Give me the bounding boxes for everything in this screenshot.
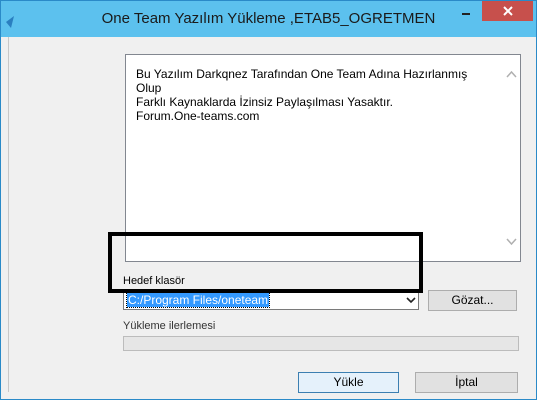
- target-folder-combobox[interactable]: C:/Program Files/oneteam: [123, 290, 419, 310]
- minimize-icon: [462, 13, 470, 15]
- installer-window: One Team Yazılım Yükleme ,ETAB5_OGRETMEN…: [0, 0, 537, 400]
- title-bar[interactable]: One Team Yazılım Yükleme ,ETAB5_OGRETMEN: [1, 1, 536, 37]
- minimize-button[interactable]: [454, 1, 478, 21]
- scroll-up-icon[interactable]: [506, 69, 517, 80]
- info-textbox[interactable]: Bu Yazılım Darkqnez Tarafından One Team …: [125, 54, 521, 262]
- info-line: Olup: [136, 81, 162, 95]
- client-area: Bu Yazılım Darkqnez Tarafından One Team …: [8, 37, 529, 393]
- chevron-down-icon[interactable]: [406, 295, 416, 305]
- info-scrollbar[interactable]: [503, 55, 520, 261]
- cancel-button[interactable]: İptal: [415, 372, 518, 393]
- install-button[interactable]: Yükle: [298, 372, 399, 393]
- target-folder-value[interactable]: C:/Program Files/oneteam: [125, 292, 271, 308]
- info-line: Farklı Kaynaklarda İzinsiz Paylaşılması …: [136, 95, 393, 109]
- install-progress-bar: [123, 336, 519, 351]
- info-text: Bu Yazılım Darkqnez Tarafından One Team …: [136, 67, 496, 123]
- highlight-frame: [108, 232, 423, 293]
- browse-button[interactable]: Gözat...: [428, 290, 517, 311]
- close-icon: [502, 6, 513, 16]
- progress-label: Yükleme ilerlemesi: [123, 320, 216, 329]
- close-button[interactable]: [482, 1, 533, 21]
- info-line: Bu Yazılım Darkqnez Tarafından One Team …: [136, 67, 468, 81]
- scroll-down-icon[interactable]: [506, 236, 517, 247]
- info-line: Forum.One-teams.com: [136, 109, 260, 123]
